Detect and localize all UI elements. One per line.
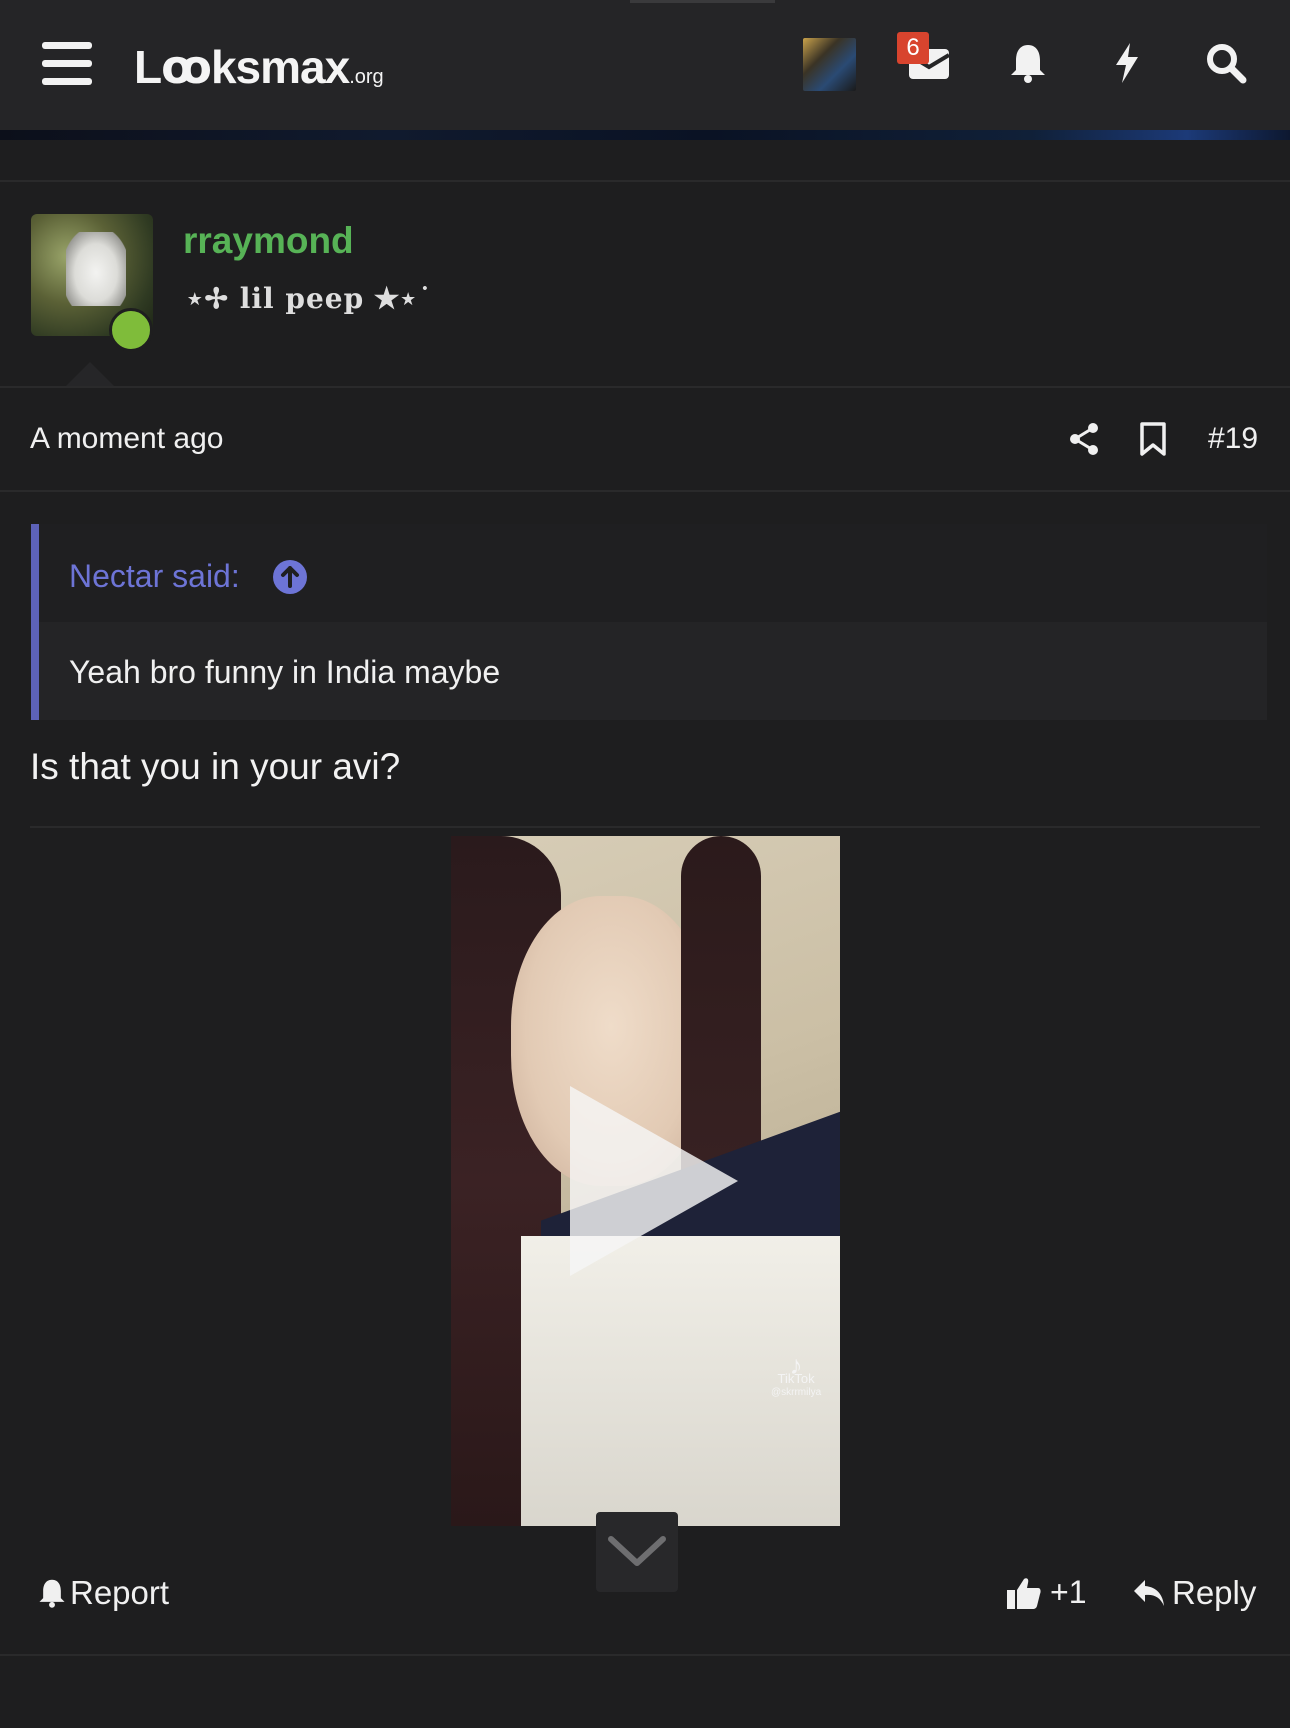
header-handle: [630, 0, 775, 3]
reply-label: Reply: [1172, 1574, 1257, 1611]
quote-block: Nectar said: Yeah bro funny in India may…: [31, 524, 1267, 720]
header-banner-strip: [0, 130, 1290, 140]
quote-header: Nectar said:: [39, 524, 1267, 622]
post-body-text: Is that you in your avi?: [30, 746, 401, 787]
divider: [0, 1654, 1290, 1656]
divider: [0, 490, 1290, 492]
top-nav-bar: Lꝏksmax.org 6: [0, 0, 1290, 130]
play-button-icon[interactable]: [570, 1086, 738, 1276]
logo-suffix: .org: [349, 66, 384, 88]
site-logo[interactable]: Lꝏksmax.org: [134, 40, 384, 94]
bolt-icon[interactable]: [1104, 40, 1150, 86]
inbox-badge: 6: [897, 32, 929, 64]
like-count: +1: [1050, 1574, 1087, 1610]
quote-author-link[interactable]: Nectar said:: [69, 558, 240, 595]
online-status-indicator: [109, 308, 153, 352]
menu-icon[interactable]: [42, 42, 92, 86]
bookmark-icon[interactable]: [1139, 422, 1167, 461]
jump-to-quote-icon[interactable]: [273, 560, 307, 594]
report-button[interactable]: Report: [38, 1574, 169, 1612]
account-avatar[interactable]: [803, 38, 856, 91]
reply-icon: [1134, 1580, 1164, 1606]
user-block-pointer: [64, 362, 116, 388]
bell-icon: [39, 1579, 65, 1608]
quote-text: Yeah bro funny in India maybe: [69, 654, 501, 690]
tiktok-logo-icon: ♪: [789, 1350, 803, 1380]
username-link[interactable]: rraymond: [183, 220, 354, 262]
tiktok-watermark-text: TikTok: [777, 1371, 815, 1386]
post-number-link[interactable]: #19: [1208, 422, 1258, 456]
scroll-down-button[interactable]: [596, 1512, 678, 1592]
user-title: ⋆✢ lil peep ✭⋆˙: [186, 282, 433, 315]
like-button[interactable]: +1: [1006, 1574, 1086, 1611]
post-meta-row: A moment ago #19: [0, 388, 1290, 490]
thumbs-up-icon: [1007, 1577, 1041, 1609]
divider: [0, 180, 1290, 182]
report-label: Report: [70, 1574, 170, 1611]
share-icon[interactable]: [1068, 422, 1100, 461]
reply-button[interactable]: Reply: [1132, 1574, 1256, 1612]
bell-icon[interactable]: [1005, 40, 1051, 86]
divider: [30, 826, 1260, 828]
logo-text: Lꝏksmax: [134, 41, 350, 93]
tiktok-watermark: ♪ TikTok @skrrmilya: [771, 1350, 822, 1400]
tiktok-handle: @skrrmilya: [771, 1387, 822, 1398]
avatar-husky-image: [66, 232, 126, 306]
post-timestamp[interactable]: A moment ago: [30, 422, 223, 456]
search-icon[interactable]: [1203, 40, 1249, 86]
